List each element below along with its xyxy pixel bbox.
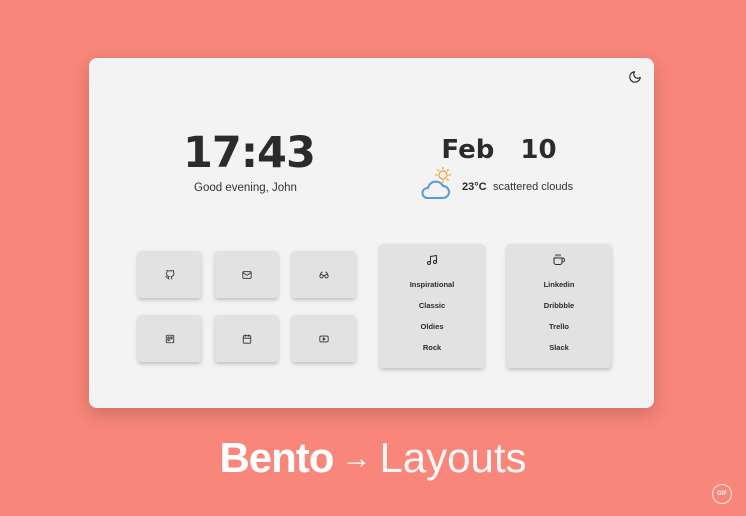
trello-icon — [165, 334, 174, 343]
greeting-text: Good evening, John — [194, 182, 297, 194]
github-icon — [164, 269, 174, 280]
partly-cloudy-icon — [421, 166, 452, 199]
music-note-icon — [427, 255, 437, 265]
weather-widget: 23°C scattered clouds — [419, 166, 589, 206]
work-item[interactable]: Dribbble — [507, 301, 611, 310]
music-item[interactable]: Oldies — [380, 322, 484, 331]
coffee-icon — [553, 254, 565, 265]
work-item[interactable]: Slack — [507, 343, 611, 352]
calendar-link-tile[interactable] — [215, 315, 278, 362]
date-display: Feb 10 — [441, 135, 557, 165]
work-list-card: Linkedin Dribbble Trello Slack — [507, 244, 611, 368]
weather-description: scattered clouds — [493, 181, 574, 193]
footer-title-bold: Bento — [219, 434, 334, 481]
work-item[interactable]: Trello — [507, 322, 611, 331]
music-item[interactable]: Classic — [380, 301, 484, 310]
mail-icon — [241, 270, 252, 279]
github-link-tile[interactable] — [138, 251, 201, 298]
gif-badge: GIF — [712, 484, 732, 504]
music-list-card: Inspirational Classic Oldies Rock — [380, 244, 484, 368]
calendar-icon — [242, 333, 251, 344]
footer-title-thin: Layouts — [379, 434, 527, 481]
music-item[interactable]: Inspirational — [380, 280, 484, 289]
music-item[interactable]: Rock — [380, 343, 484, 352]
trello-link-tile[interactable] — [138, 315, 201, 362]
arrow-icon: → — [341, 442, 372, 475]
clock-time: 17:43 — [183, 128, 316, 178]
work-item[interactable]: Linkedin — [507, 280, 611, 289]
startpage-window: 17:43 Good evening, John Feb 10 23°C sca… — [89, 58, 654, 408]
glasses-link-tile[interactable] — [292, 251, 355, 298]
glasses-icon — [318, 271, 329, 278]
temperature: 23°C — [462, 181, 487, 193]
moon-icon[interactable] — [628, 70, 642, 84]
mail-link-tile[interactable] — [215, 251, 278, 298]
youtube-icon — [318, 335, 329, 342]
footer-title: Bento → Layouts — [0, 432, 746, 485]
youtube-link-tile[interactable] — [292, 315, 355, 362]
